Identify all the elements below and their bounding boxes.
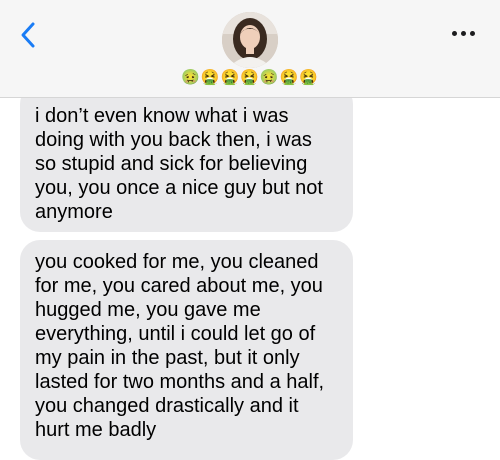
conversation-header: 🤢🤮🤮🤮🤢🤮🤮 (0, 0, 500, 98)
message-line: doing with you back then, i was (35, 129, 312, 151)
message-line: anymore (35, 201, 113, 223)
message-line: my pain in the past, but it only (35, 347, 300, 369)
message-line: for me, you cared about me, you (35, 275, 323, 297)
chevron-left-icon (21, 22, 35, 48)
message-line: you, you once a nice guy but not (35, 177, 323, 199)
message-bubble[interactable]: you cooked for me, you cleaned for me, y… (20, 240, 353, 460)
more-button[interactable] (448, 23, 480, 43)
back-button[interactable] (14, 20, 44, 50)
message-bubble[interactable]: i don’t even know what i was doing with … (20, 84, 353, 232)
message-line: hurt me badly (35, 419, 157, 441)
message-line: you cooked for me, you cleaned (35, 251, 319, 273)
contact-avatar[interactable] (222, 12, 278, 68)
message-line: you changed drastically and it (35, 395, 299, 417)
message-line: lasted for two months and a half, (35, 371, 325, 393)
contact-name[interactable]: 🤢🤮🤮🤮🤢🤮🤮 (0, 68, 500, 88)
ellipsis-icon (461, 31, 466, 36)
message-line: so stupid and sick for believing (35, 153, 308, 175)
ellipsis-icon (452, 31, 457, 36)
message-line: hugged me, you gave me (35, 299, 261, 321)
message-line: i don’t even know what i was (35, 105, 289, 127)
message-line: everything, until i could let go of (35, 323, 316, 345)
avatar-photo (222, 12, 278, 68)
ellipsis-icon (470, 31, 475, 36)
